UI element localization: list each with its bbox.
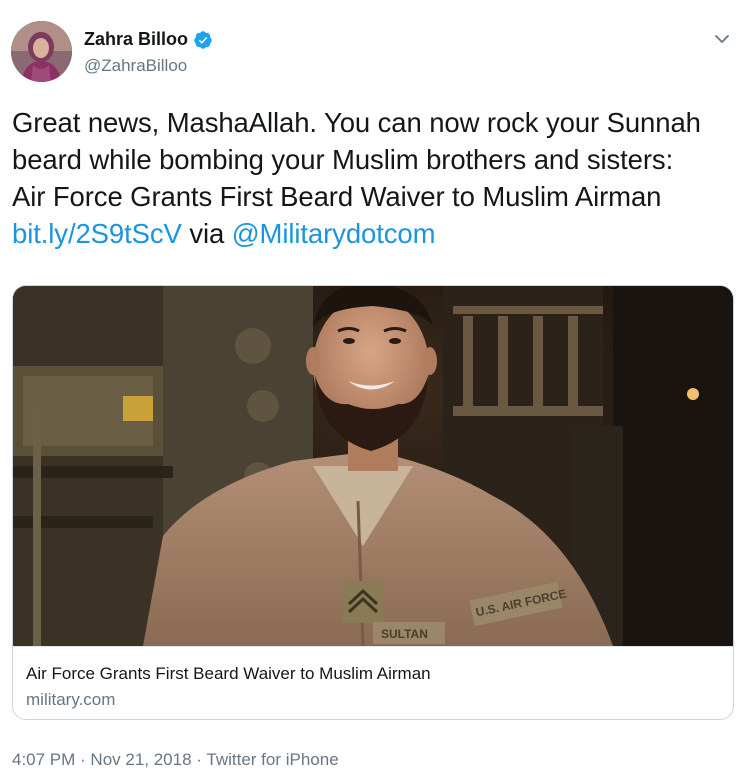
author-handle[interactable]: @ZahraBilloo (84, 56, 187, 76)
chevron-down-icon[interactable] (713, 30, 731, 48)
tweet-text: Great news, MashaAllah. You can now rock… (12, 104, 732, 252)
tweet-text-line: Great news, MashaAllah. You can now rock… (12, 107, 701, 138)
tweet: Zahra Billoo @ZahraBilloo Great news, Ma… (0, 0, 741, 784)
tweet-meta: 4:07 PM · Nov 21, 2018 · Twitter for iPh… (12, 750, 339, 770)
tweet-time[interactable]: 4:07 PM (12, 750, 75, 769)
verified-badge-icon (193, 30, 213, 50)
meta-separator: · (75, 750, 91, 769)
avatar-image (11, 21, 72, 82)
tweet-link[interactable]: bit.ly/2S9tScV (12, 218, 182, 249)
meta-separator: · (191, 750, 207, 769)
link-card[interactable]: U.S. AIR FORCE SULTAN Air Force Grants F… (12, 285, 734, 720)
patch-name: SULTAN (381, 627, 428, 641)
mention-link[interactable]: @Militarydotcom (232, 218, 436, 249)
tweet-source[interactable]: Twitter for iPhone (206, 750, 338, 769)
tweet-text-line: beard while bombing your Muslim brothers… (12, 144, 674, 175)
tweet-text-line: Air Force Grants First Beard Waiver to M… (12, 181, 662, 212)
card-image[interactable]: U.S. AIR FORCE SULTAN (13, 286, 733, 646)
card-title[interactable]: Air Force Grants First Beard Waiver to M… (26, 664, 431, 684)
author-name-row: Zahra Billoo (84, 29, 213, 50)
card-body: Air Force Grants First Beard Waiver to M… (13, 646, 733, 719)
tweet-text-line-links: bit.ly/2S9tScV via @Militarydotcom (12, 215, 732, 252)
author-name[interactable]: Zahra Billoo (84, 29, 188, 50)
via-text: via (181, 218, 232, 249)
avatar[interactable] (11, 21, 72, 82)
tweet-date[interactable]: Nov 21, 2018 (90, 750, 191, 769)
card-domain: military.com (26, 690, 116, 709)
